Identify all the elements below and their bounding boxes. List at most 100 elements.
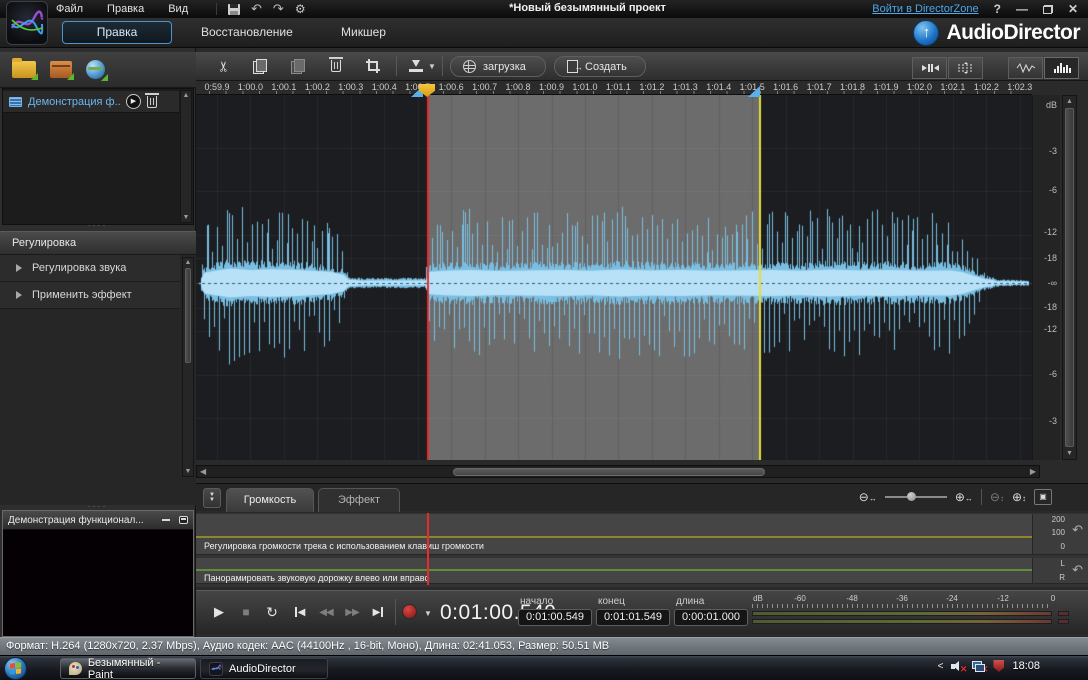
record-dropdown-icon[interactable]: ▼ (424, 609, 432, 618)
scroll-down-icon[interactable]: ▼ (181, 214, 191, 221)
media-list-scrollbar[interactable]: ▲ ▼ (180, 90, 192, 223)
scroll-left-icon[interactable]: ◀ (200, 467, 206, 477)
tray-expand-icon[interactable]: < (938, 661, 944, 672)
cut-button[interactable]: ✂ (212, 57, 236, 75)
adjust-item-sound[interactable]: Регулировка звука (0, 255, 180, 282)
tab-edit[interactable]: Правка (62, 21, 172, 44)
security-shield-icon[interactable] (993, 660, 1004, 672)
play-preview-icon[interactable]: ▶ (126, 94, 141, 109)
menu-view[interactable]: Вид (168, 3, 188, 15)
tab-mixer[interactable]: Микшер (341, 25, 386, 39)
waveform-horizontal-scrollbar[interactable]: ◀ ▶ (196, 465, 1040, 478)
menu-file[interactable]: Файл (56, 3, 83, 15)
reset-pan-icon[interactable]: ↶ (1072, 562, 1083, 578)
spectrum-view-button[interactable] (1044, 57, 1079, 79)
marker-dropdown[interactable]: ▼ (426, 57, 438, 75)
window-title: *Новый безымянный проект (509, 2, 666, 14)
reset-volume-icon[interactable]: ↶ (1072, 522, 1083, 538)
pan-track[interactable]: Панорамировать звуковую дорожку влево ил… (196, 558, 1032, 584)
import-file-icon[interactable] (12, 61, 36, 78)
level-meter: dB-60-48-36-24-120 (748, 594, 1085, 632)
field-value[interactable]: 0:01:01.549 (596, 609, 670, 626)
directorzone-signin-link[interactable]: Войти в DirectorZone (872, 3, 978, 15)
meter-bar-left (752, 611, 1052, 616)
trim-button[interactable] (361, 57, 385, 75)
waveform-view-button[interactable] (1008, 57, 1043, 79)
zoom-in-vertical-icon[interactable]: ⊕↕ (1012, 490, 1026, 504)
loop-button[interactable]: ↻ (260, 601, 284, 623)
splitter-handle[interactable]: ···· (0, 503, 195, 509)
volume-track[interactable]: Регулировка громкости трека с использова… (196, 514, 1032, 555)
field-value[interactable]: 0:00:01.000 (674, 609, 748, 626)
undo-icon[interactable]: ↶ (251, 3, 262, 15)
expand-triangle-icon[interactable] (16, 264, 22, 272)
zoom-out-vertical-icon[interactable]: ⊖↕ (990, 490, 1004, 504)
scroll-right-icon[interactable]: ▶ (1030, 467, 1036, 477)
pan-automation-line[interactable] (196, 569, 1032, 571)
chevron-down-icon: ▼ (209, 498, 215, 503)
media-list-item[interactable]: Демонстрация ф... ▶ (3, 91, 179, 113)
scroll-up-icon[interactable]: ▲ (181, 92, 191, 99)
redo-icon[interactable]: ↷ (273, 3, 284, 15)
menu-edit[interactable]: Правка (107, 3, 144, 15)
copy-button[interactable] (248, 57, 272, 75)
tab-restore[interactable]: Восстановление (201, 25, 293, 39)
waveform-canvas[interactable] (196, 95, 1032, 460)
scroll-down-icon[interactable]: ▼ (1063, 450, 1076, 457)
taskbar-button-audiodirector[interactable]: AudioDirector (200, 658, 328, 679)
field-value[interactable]: 0:01:00.549 (518, 609, 592, 626)
timeline-ruler[interactable]: 0:59.91:00.01:00.11:00.21:00.31:00.41:00… (196, 81, 1032, 95)
scroll-thumb[interactable] (185, 268, 191, 363)
preview-maximize-icon[interactable] (179, 516, 188, 524)
preview-minimize-icon[interactable] (162, 519, 170, 521)
skip-to-start-button[interactable]: ◀ (288, 601, 312, 623)
save-icon[interactable] (228, 4, 240, 15)
download-from-web-icon[interactable] (86, 60, 105, 79)
volume-automation-line[interactable] (196, 536, 1032, 538)
play-button[interactable]: ▶ (207, 601, 231, 623)
stop-button[interactable]: ■ (234, 601, 258, 623)
rewind-button[interactable]: ◀◀ (314, 601, 338, 623)
tab-volume[interactable]: Громкость (226, 488, 314, 512)
stretch-tool-button[interactable] (948, 57, 983, 79)
fast-forward-button[interactable]: ▶▶ (340, 601, 364, 623)
record-button[interactable] (402, 604, 417, 619)
fit-view-icon[interactable]: ▣ (1034, 489, 1052, 505)
scroll-down-icon[interactable]: ▼ (183, 468, 193, 475)
upload-button[interactable]: загрузка (450, 56, 546, 77)
clock[interactable]: 18:08 (1012, 660, 1040, 672)
adjust-item-effect[interactable]: Применить эффект (0, 282, 180, 309)
close-button[interactable]: ✕ (1068, 2, 1078, 16)
restore-button[interactable] (1043, 5, 1053, 14)
zoom-in-horizontal-icon[interactable]: ⊕↔ (955, 490, 973, 504)
start-button[interactable] (4, 657, 27, 680)
marker-insert-button[interactable] (404, 57, 428, 75)
title-bar: Файл Правка Вид ↶ ↷ ⚙ *Новый безымянный … (0, 0, 1088, 18)
scroll-up-icon[interactable]: ▲ (1063, 98, 1076, 105)
tab-effect[interactable]: Эффект (318, 488, 400, 512)
skip-to-end-button[interactable]: ▶ (366, 601, 390, 623)
adjust-panel-scrollbar[interactable]: ▲ ▼ (182, 257, 194, 477)
volume-muted-icon[interactable]: ✕ (951, 661, 964, 672)
db-scale-label: -3 (1049, 416, 1057, 426)
import-library-icon[interactable] (50, 61, 72, 78)
zoom-slider[interactable] (885, 496, 947, 498)
delete-media-icon[interactable] (147, 96, 157, 108)
create-button[interactable]: Создать (554, 56, 646, 77)
scroll-thumb[interactable] (453, 468, 765, 476)
paste-button[interactable] (286, 57, 310, 75)
network-disconnected-icon[interactable]: ✕ (972, 661, 985, 672)
minimize-button[interactable]: — (1016, 2, 1028, 16)
help-button[interactable]: ? (994, 2, 1001, 16)
expand-triangle-icon[interactable] (16, 291, 22, 299)
scroll-up-icon[interactable]: ▲ (183, 259, 193, 266)
scroll-thumb[interactable] (1065, 108, 1074, 447)
zoom-out-horizontal-icon[interactable]: ⊖↔ (859, 490, 877, 504)
splitter-handle[interactable]: ···· (0, 222, 195, 228)
waveform-vertical-scrollbar[interactable]: ▲ ▼ (1062, 95, 1077, 460)
taskbar-button-paint[interactable]: Безымянный - Paint (60, 658, 196, 679)
fit-selection-button[interactable] (912, 57, 947, 79)
collapse-panel-button[interactable]: ▼▼ (203, 488, 221, 508)
settings-gear-icon[interactable]: ⚙ (295, 3, 306, 15)
delete-button[interactable] (324, 57, 348, 75)
